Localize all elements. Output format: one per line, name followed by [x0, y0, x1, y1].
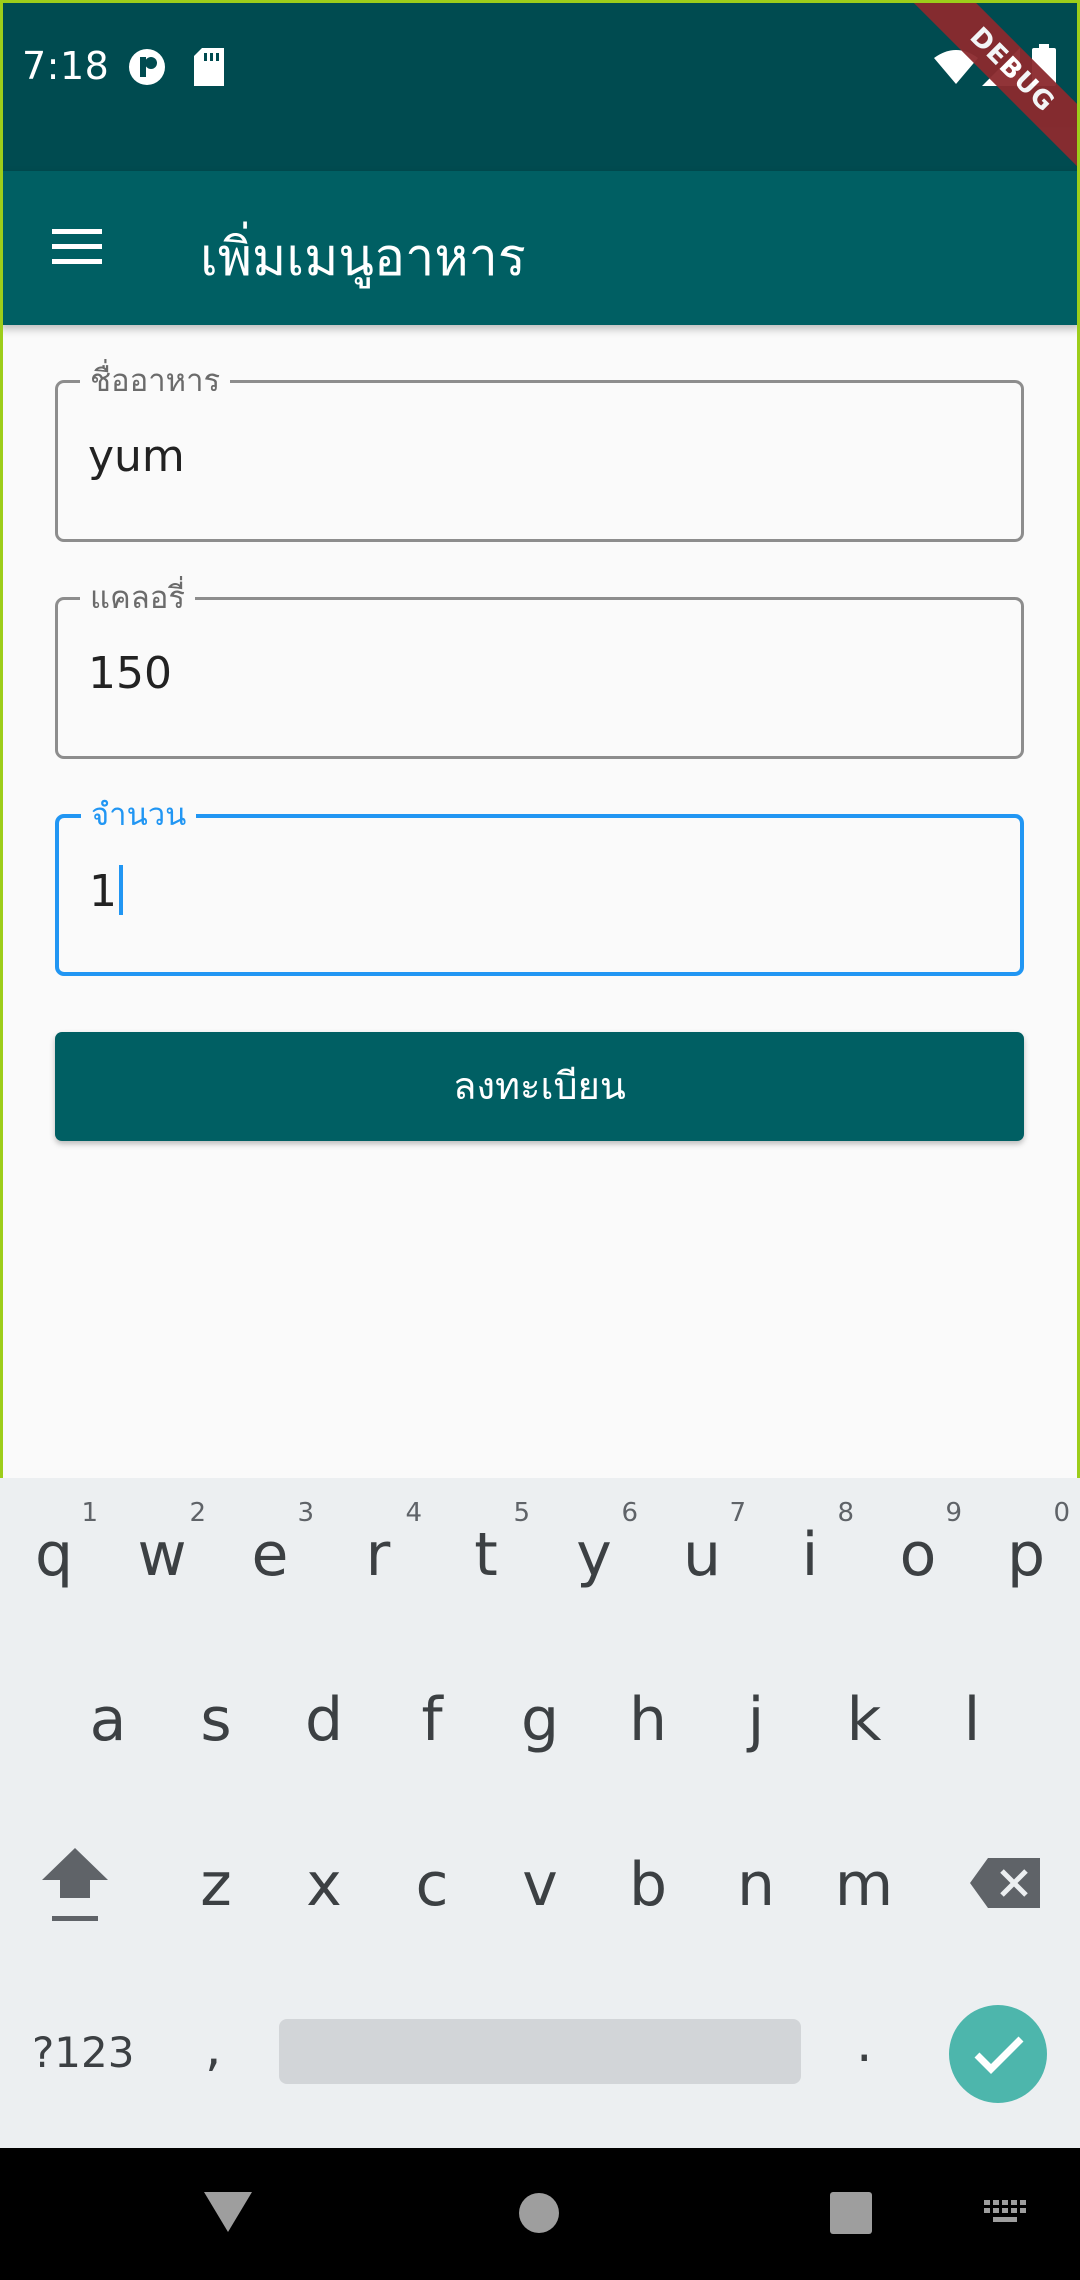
shift-key[interactable]	[20, 1808, 130, 1958]
check-icon	[974, 2036, 1024, 2074]
key-p-label: p	[1006, 1520, 1046, 1590]
comma-key[interactable]: ,	[205, 2018, 222, 2078]
home-icon[interactable]	[518, 2192, 560, 2238]
key-j-label: j	[747, 1685, 765, 1755]
key-b[interactable]: b	[594, 1808, 702, 1958]
food-name-label: ชื่ออาหาร	[80, 361, 231, 401]
key-h-label: h	[628, 1685, 668, 1755]
key-z-label: z	[200, 1850, 232, 1920]
key-g-label: g	[520, 1685, 560, 1755]
page-title: เพิ่มเมนูอาหาร	[200, 228, 526, 288]
navigation-bar	[0, 2148, 1080, 2280]
status-time: 7:18	[22, 44, 110, 88]
key-d-label: d	[304, 1685, 344, 1755]
status-bar: 7:18 DEBUG	[0, 0, 1080, 178]
key-n-label: n	[736, 1850, 776, 1920]
key-d[interactable]: d	[270, 1643, 378, 1793]
menu-icon[interactable]	[48, 223, 106, 271]
food-name-field[interactable]: ชื่ออาหาร yum	[55, 361, 1024, 542]
register-button[interactable]: ลงทะเบียน	[55, 1032, 1024, 1141]
key-p[interactable]: 0p	[972, 1478, 1080, 1628]
key-t[interactable]: 5t	[432, 1478, 540, 1628]
key-h[interactable]: h	[594, 1643, 702, 1793]
key-c[interactable]: c	[378, 1808, 486, 1958]
key-y[interactable]: 6y	[540, 1478, 648, 1628]
key-n[interactable]: n	[702, 1808, 810, 1958]
debug-banner-label: DEBUG	[904, 0, 1080, 178]
key-i[interactable]: 8i	[756, 1478, 864, 1628]
recents-icon[interactable]	[830, 2192, 872, 2238]
key-a[interactable]: a	[54, 1643, 162, 1793]
keyboard-switch-icon[interactable]	[984, 2200, 1028, 2232]
key-s-label: s	[200, 1685, 232, 1755]
backspace-icon	[970, 1858, 1040, 1908]
key-i-label: i	[801, 1520, 819, 1590]
food-name-value: yum	[88, 431, 185, 482]
key-x[interactable]: x	[270, 1808, 378, 1958]
backspace-key[interactable]	[950, 1808, 1060, 1958]
space-key[interactable]	[279, 2019, 801, 2084]
calorie-field[interactable]: แคลอรี่ 150	[55, 578, 1024, 759]
key-z[interactable]: z	[162, 1808, 270, 1958]
soft-keyboard: 1q 2w 3e 4r 5t 6y 7u 8i 9o 0p a s d f g …	[0, 1478, 1080, 2148]
enter-key[interactable]	[949, 2005, 1047, 2103]
calorie-label: แคลอรี่	[80, 578, 195, 618]
key-q-label: q	[34, 1520, 74, 1590]
key-t-label: t	[474, 1520, 498, 1590]
calorie-value: 150	[88, 648, 172, 699]
key-c-label: c	[415, 1850, 449, 1920]
key-m-label: m	[834, 1850, 894, 1920]
key-g[interactable]: g	[486, 1643, 594, 1793]
debug-banner: DEBUG	[900, 0, 1080, 180]
key-o-label: o	[899, 1520, 937, 1590]
key-l-label: l	[963, 1685, 981, 1755]
key-q[interactable]: 1q	[0, 1478, 108, 1628]
key-u[interactable]: 7u	[648, 1478, 756, 1628]
key-o[interactable]: 9o	[864, 1478, 972, 1628]
quantity-value-wrap: 1	[89, 865, 123, 917]
symbols-key[interactable]: ?123	[32, 2028, 134, 2077]
key-r[interactable]: 4r	[324, 1478, 432, 1628]
quantity-label: จำนวน	[81, 795, 197, 835]
key-l[interactable]: l	[918, 1643, 1026, 1793]
key-v[interactable]: v	[486, 1808, 594, 1958]
shift-icon	[42, 1848, 108, 1921]
period-key[interactable]: .	[856, 2014, 873, 2074]
key-r-label: r	[365, 1520, 391, 1590]
key-v-label: v	[522, 1850, 558, 1920]
key-y-label: y	[576, 1520, 612, 1590]
back-icon[interactable]	[204, 2192, 252, 2236]
key-s[interactable]: s	[162, 1643, 270, 1793]
notification-icon	[128, 48, 166, 90]
quantity-field[interactable]: จำนวน 1	[55, 795, 1024, 976]
key-k-label: k	[846, 1685, 882, 1755]
key-f-label: f	[421, 1685, 443, 1755]
key-m[interactable]: m	[810, 1808, 918, 1958]
text-cursor	[119, 865, 123, 915]
key-e[interactable]: 3e	[216, 1478, 324, 1628]
quantity-value: 1	[89, 866, 117, 917]
key-f[interactable]: f	[378, 1643, 486, 1793]
key-b-label: b	[628, 1850, 668, 1920]
app-bar: เพิ่มเมนูอาหาร	[0, 171, 1080, 325]
key-x-label: x	[306, 1850, 342, 1920]
key-u-label: u	[682, 1520, 722, 1590]
key-w-label: w	[137, 1520, 187, 1590]
key-e-label: e	[251, 1520, 289, 1590]
key-k[interactable]: k	[810, 1643, 918, 1793]
key-a-label: a	[89, 1685, 127, 1755]
sd-card-icon	[194, 48, 224, 90]
key-w[interactable]: 2w	[108, 1478, 216, 1628]
key-j[interactable]: j	[702, 1643, 810, 1793]
